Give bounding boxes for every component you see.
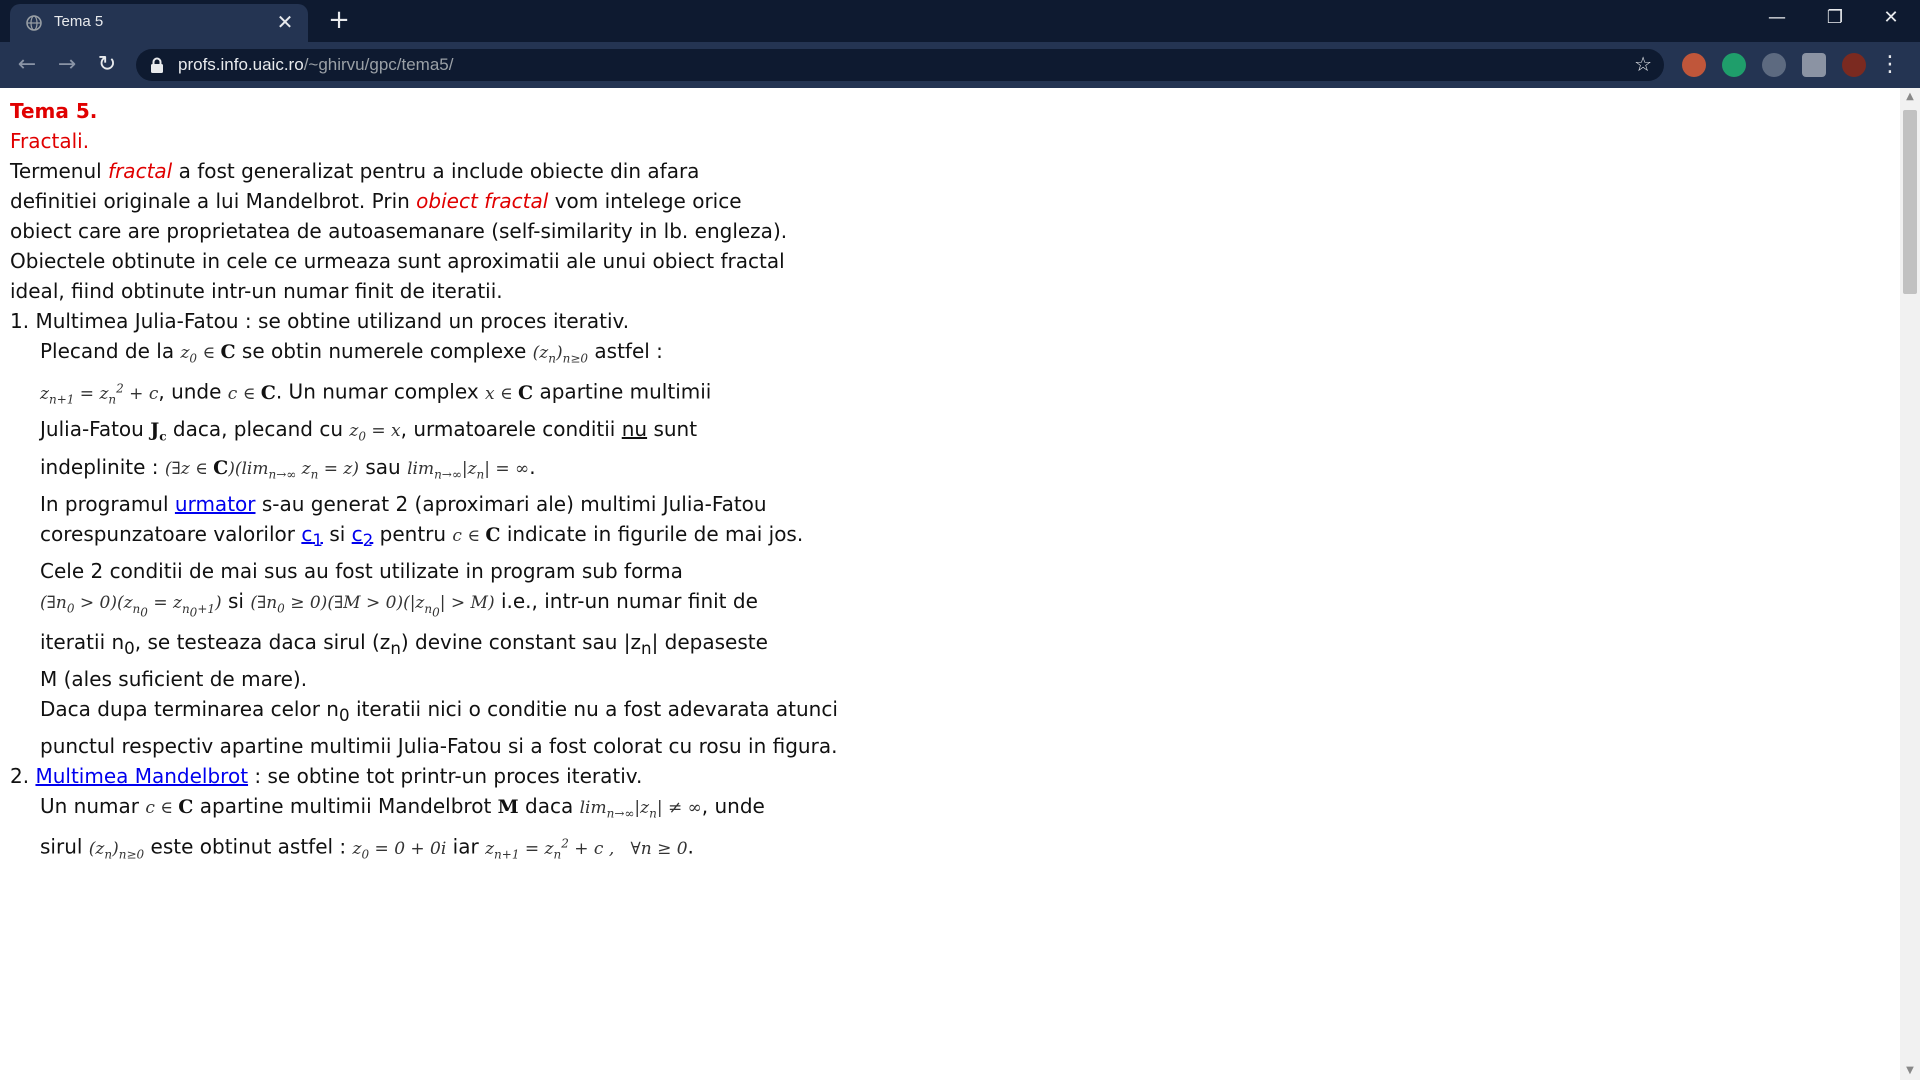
math-recurrence: zn+1 = zn2 + c xyxy=(40,381,159,407)
page-content: Tema 5. Fractali. Termenul fractal a fos… xyxy=(10,96,870,869)
globe-icon xyxy=(26,15,42,31)
scroll-thumb[interactable] xyxy=(1903,110,1917,294)
s1-line8: (∃n0 > 0)(zn0 = zn0+1) si (∃n0 ≥ 0)(∃M >… xyxy=(40,589,838,758)
math-form1: (∃n0 > 0)(zn0 = zn0+1) xyxy=(40,593,222,619)
math-c-in-C-2: c ∈ C xyxy=(452,524,501,547)
s1-line6: corespunzatoare valorilor c1 si c2 pentr… xyxy=(40,522,804,584)
scroll-down-arrow-icon[interactable]: ▼ xyxy=(1900,1062,1920,1080)
section1-heading: 1. Multimea Julia-Fatou : se obtine util… xyxy=(10,309,630,333)
math-z0-in-C: z0 ∈ C xyxy=(180,341,236,366)
term-obiect-fractal: obiect fractal xyxy=(416,189,549,213)
browser-toolbar: ← → ↻ profs.info.uaic.ro/~ghirvu/gpc/tem… xyxy=(0,42,1920,88)
intro-paragraph: Termenul fractal a fost generalizat pent… xyxy=(10,159,788,303)
extension-icon-1[interactable] xyxy=(1682,53,1706,77)
profile-avatar[interactable] xyxy=(1842,53,1866,77)
browser-tab[interactable]: Tema 5 ✕ xyxy=(10,4,308,42)
link-multimea-mandelbrot[interactable]: Multimea Mandelbrot xyxy=(35,764,248,788)
minimize-button[interactable]: — xyxy=(1748,0,1806,38)
back-button[interactable]: ← xyxy=(12,50,42,80)
link-urmator[interactable]: urmator xyxy=(175,492,256,516)
forward-button[interactable]: → xyxy=(52,50,82,80)
lock-icon xyxy=(151,57,163,73)
tab-close-icon[interactable]: ✕ xyxy=(274,11,296,33)
reload-button[interactable]: ↻ xyxy=(92,50,122,80)
shield-check-icon[interactable] xyxy=(1722,53,1746,77)
page-scrollbar[interactable]: ▲ ▼ xyxy=(1900,88,1920,1080)
math-c-in-C-3: c ∈ C xyxy=(145,796,194,818)
puzzle-icon[interactable] xyxy=(1802,53,1826,77)
math-Jc: Jc xyxy=(150,419,167,444)
url-text: profs.info.uaic.ro/~ghirvu/gpc/tema5/ xyxy=(178,55,454,74)
section1-body: Plecand de la z0 ∈ C se obtin numerele c… xyxy=(40,336,870,761)
s1-line4: indeplinite : (∃z ∈ C)(limn→∞ zn = z) sa… xyxy=(40,454,767,517)
browser-menu-icon[interactable]: ⋮ xyxy=(1878,50,1902,80)
restore-button[interactable]: ❐ xyxy=(1806,0,1864,38)
s2-line2: sirul (zn)n≥0 este obtinut astfel : z0 =… xyxy=(40,835,694,862)
tab-strip: Tema 5 ✕ + — ❐ ✕ xyxy=(0,0,1920,42)
new-tab-button[interactable]: + xyxy=(324,6,354,36)
address-bar[interactable]: profs.info.uaic.ro/~ghirvu/gpc/tema5/ ☆ xyxy=(136,49,1664,81)
section2-heading: 2. Multimea Mandelbrot : se obtine tot p… xyxy=(10,764,643,788)
s1-line2: zn+1 = zn2 + c, unde c ∈ C. Un numar com… xyxy=(40,380,712,407)
math-z0-zero: z0 = 0 + 0i xyxy=(352,839,447,862)
scroll-up-arrow-icon[interactable]: ▲ xyxy=(1900,88,1920,106)
page-title: Tema 5. xyxy=(10,99,98,123)
math-zn-seq-2: (zn)n≥0 xyxy=(88,839,145,862)
link-c1[interactable]: c1 xyxy=(301,522,323,550)
math-c-in-C: c ∈ C xyxy=(227,382,276,405)
extension-icon-3[interactable] xyxy=(1762,53,1786,77)
math-x-in-C: x ∈ C xyxy=(485,382,534,405)
term-fractal: fractal xyxy=(108,159,173,183)
section2-body: Un numar c ∈ C apartine multimii Mandelb… xyxy=(40,791,870,869)
math-lim-ne-inf: limn→∞|zn| ≠ ∞ xyxy=(579,798,702,821)
page-subtitle: Fractali. xyxy=(10,129,90,153)
tab-title: Tema 5 xyxy=(54,13,104,30)
link-c2[interactable]: c2 xyxy=(352,522,374,550)
math-z0-eq-x: z0 = x xyxy=(349,421,401,444)
s1-line3: Julia-Fatou Jc daca, plecand cu z0 = x, … xyxy=(40,417,698,444)
window-close-button[interactable]: ✕ xyxy=(1862,0,1920,38)
s1-line1: Plecand de la z0 ∈ C se obtin numerele c… xyxy=(40,339,663,366)
s2-line1: Un numar c ∈ C apartine multimii Mandelb… xyxy=(40,794,765,821)
math-recurrence-2: zn+1 = zn2 + c , ∀n ≥ 0 xyxy=(485,836,688,862)
bookmark-star-icon[interactable]: ☆ xyxy=(1634,52,1652,76)
page-viewport: Tema 5. Fractali. Termenul fractal a fos… xyxy=(0,88,1900,1080)
math-zn-seq: (zn)n≥0 xyxy=(532,343,589,366)
math-form2: (∃n0 ≥ 0)(∃M > 0)(|zn0| > M) xyxy=(250,593,495,619)
math-cond1: (∃z ∈ C)(limn→∞ zn = z) xyxy=(164,456,359,482)
math-cond2: limn→∞|zn| = ∞ xyxy=(407,458,530,482)
